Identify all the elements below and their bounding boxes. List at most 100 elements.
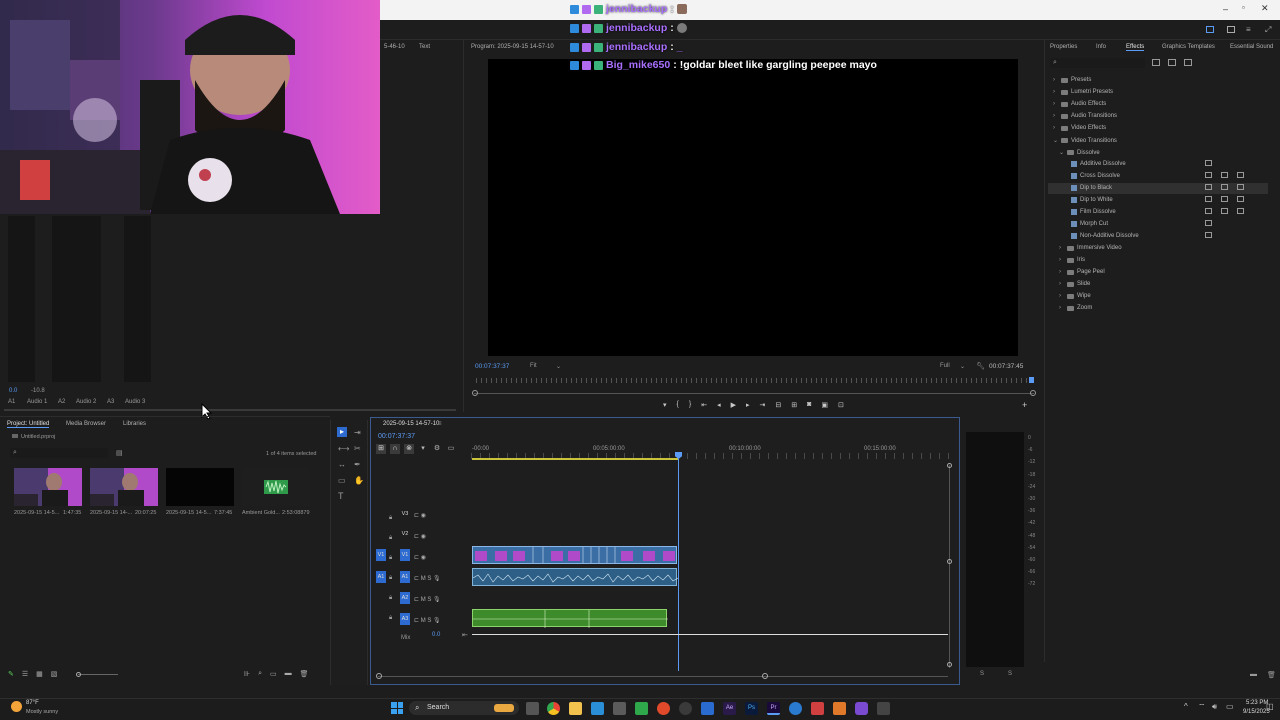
eye-icon[interactable]: ⊏ ◉ [414,548,441,569]
extract-icon[interactable]: ⊞ [791,401,797,409]
vr-icon[interactable]: ⊡ [838,401,844,409]
chevron-right-icon[interactable]: › [1053,125,1058,131]
program-ruler[interactable] [476,378,1032,383]
effects-tree-item[interactable]: › Iris [1059,257,1085,263]
source-patch-v1[interactable]: V1 [376,549,386,561]
panel-divider[interactable] [463,40,464,412]
tab-project[interactable]: Project: Untitled [7,421,50,428]
effects-tree-item[interactable]: Film Dissolve [1071,209,1116,215]
sequence-tab[interactable]: 2025-09-15 14-57-10 [383,421,439,427]
xbox-icon[interactable] [635,702,648,715]
project-search-input[interactable]: ⌕ [10,448,108,458]
menu-icon[interactable]: ≡ [1246,25,1251,34]
task-view-icon[interactable] [526,702,539,715]
lock-icon[interactable]: 🔒︎ [389,608,392,628]
pencil-icon[interactable]: ✎ [8,670,14,678]
chevron-right-icon[interactable]: › [1053,101,1058,107]
effects-tree-item[interactable]: ⌄ Dissolve [1059,149,1100,157]
horizontal-scrollbar[interactable] [378,676,948,677]
tab-menu-icon[interactable]: ≡ [438,421,442,427]
step-forward-icon[interactable]: ▸ [746,401,750,409]
list-view-icon[interactable]: ☰ [22,670,28,678]
chevron-down-icon[interactable]: ⌄ [1053,137,1058,144]
effects-tree-item[interactable]: › Presets [1053,77,1091,83]
snap-icon[interactable]: ∩ [390,444,400,454]
minimize-icon[interactable]: – [1223,4,1228,14]
track-label-a1[interactable]: A1 [400,571,410,583]
app-icon[interactable] [833,702,846,715]
tab-media-browser[interactable]: Media Browser [66,421,106,427]
effects-tree-item[interactable]: › Audio Transitions [1053,113,1117,119]
steam-icon[interactable] [591,702,604,715]
tab-info[interactable]: Info [1096,44,1106,50]
maximize-icon[interactable]: ▫ [1242,3,1245,12]
32bit-effects-icon[interactable] [1168,59,1176,66]
effects-tree-item[interactable]: Morph Cut [1071,221,1108,227]
chevron-right-icon[interactable]: › [1053,113,1058,119]
playhead-marker[interactable] [1029,377,1034,383]
effects-tree-item[interactable]: Additive Dissolve [1071,161,1126,167]
nest-icon[interactable]: ⊞ [376,444,386,454]
chevron-down-icon[interactable]: ⌄ [1059,149,1064,156]
yuv-effects-icon[interactable] [1184,59,1192,66]
zoom-handle[interactable] [472,390,478,396]
chevron-down-icon[interactable]: ⌄ [960,363,965,370]
scroll-handle[interactable] [762,673,768,679]
effects-tree-item[interactable]: Cross Dissolve [1071,173,1120,179]
app-icon[interactable] [877,702,890,715]
lift-icon[interactable]: ⊟ [775,401,781,409]
chevron-right-icon[interactable]: › [1053,77,1058,83]
rectangle-tool-icon[interactable]: ▭ [338,476,346,485]
mark-in-icon[interactable]: { [677,401,679,409]
discord-icon[interactable] [855,702,868,715]
wrench-icon[interactable]: 🔧︎ [976,362,985,370]
eye-icon[interactable]: ⊏ ◉ [414,527,441,548]
captions-icon[interactable]: ▭ [446,444,456,454]
lock-icon[interactable]: 🔒︎ [389,528,392,548]
wrench-icon[interactable]: ⚙ [432,444,442,454]
lock-icon[interactable]: 🔒︎ [389,548,392,568]
new-bin-icon[interactable]: ▤ [116,449,123,457]
freeform-view-icon[interactable]: ▧ [51,670,58,678]
chevron-right-icon[interactable]: › [1059,257,1064,263]
track-label-v1[interactable]: V1 [400,549,410,561]
effects-search-input[interactable]: ⌕ [1050,58,1145,68]
tab-essential-sound[interactable]: Essential Sound [1230,44,1273,50]
slip-tool-icon[interactable]: ↔ [338,460,346,469]
quality-select[interactable]: Full [940,363,950,369]
effects-tree-item[interactable]: Non-Additive Dissolve [1071,233,1139,239]
source-tab[interactable]: 5-46-10 [384,44,405,50]
close-icon[interactable]: ✕ [1261,3,1269,14]
go-to-in-icon[interactable]: ⇤ [701,401,707,409]
play-icon[interactable]: ▶ [731,401,736,409]
scroll-handle[interactable] [947,559,952,564]
step-back-icon[interactable]: ◂ [717,401,721,409]
track-label-v2[interactable]: V2 [400,528,410,540]
ripple-edit-tool-icon[interactable]: ⟷ [338,444,349,453]
new-item-icon[interactable]: ▬ [285,670,292,678]
chevron-right-icon[interactable]: › [1059,245,1064,251]
mixer-scrollbar[interactable] [4,409,456,411]
delete-icon[interactable]: 🗑︎ [1267,671,1276,679]
zoom-handle[interactable] [1030,390,1036,396]
video-clip[interactable] [472,546,677,564]
tab-libraries[interactable]: Libraries [123,421,146,427]
chevron-right-icon[interactable]: › [1059,293,1064,299]
program-monitor-screen[interactable] [488,59,1018,356]
zoom-select[interactable]: Fit [530,363,537,369]
panel-divider[interactable] [0,416,330,417]
taskbar-search[interactable]: ⌕ Search [409,701,519,715]
after-effects-icon[interactable]: Ae [723,702,736,715]
linked-selection-icon[interactable]: ⊗ [404,444,414,454]
timeline-timecode[interactable]: 00:07:37:37 [378,433,415,440]
new-bin-icon[interactable]: ▭ [270,670,277,678]
mute-solo-icon[interactable]: ⊏ M S 🎙︎ [414,590,441,611]
selection-tool-icon[interactable]: ▸ [337,427,347,437]
eye-icon[interactable]: ⊏ ◉ [414,506,441,527]
track-label-v3[interactable]: V3 [400,508,410,520]
start-icon[interactable] [391,702,403,714]
panel-divider[interactable] [1044,40,1045,662]
effects-tree-item[interactable]: ⌄ Video Transitions [1053,137,1117,145]
type-tool-icon[interactable]: T [338,491,344,501]
scroll-handle[interactable] [947,662,952,667]
